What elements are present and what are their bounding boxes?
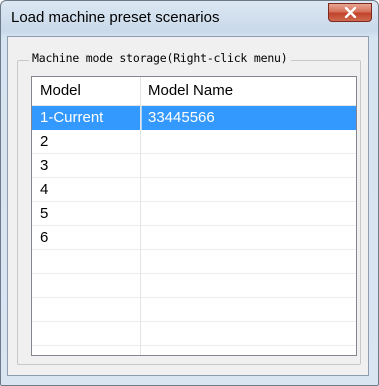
cell-model: 6 [40,229,49,246]
column-header-model-name[interactable]: Model Name [148,82,233,99]
window-title: Load machine preset scenarios [11,9,220,26]
title-bar[interactable]: Load machine preset scenarios [1,1,378,35]
empty-table-row [32,322,356,346]
table-row[interactable]: 2 [32,130,356,154]
empty-table-row [32,250,356,274]
table-row[interactable]: 6 [32,226,356,250]
close-button[interactable] [328,3,372,22]
selection-divider [141,106,142,130]
close-icon [344,7,357,18]
empty-table-row [32,298,356,322]
table-row[interactable]: 3 [32,154,356,178]
column-divider[interactable] [140,77,141,355]
column-header-model[interactable]: Model [40,82,81,99]
cell-model: 2 [40,133,49,150]
cell-model: 5 [40,205,49,222]
cell-model-name: 33445566 [148,109,215,126]
table-header: Model Model Name [32,77,356,106]
table-row[interactable]: 4 [32,178,356,202]
empty-table-row [32,274,356,298]
cell-model: 3 [40,157,49,174]
model-list-table[interactable]: Model Model Name 1-Current 33445566 2 3 … [31,76,357,356]
cell-model: 1-Current [40,109,104,126]
cell-model: 4 [40,181,49,198]
table-row[interactable]: 5 [32,202,356,226]
groupbox-caption: Machine mode storage(Right-click menu) [29,51,291,65]
table-row[interactable]: 1-Current 33445566 [32,106,356,130]
